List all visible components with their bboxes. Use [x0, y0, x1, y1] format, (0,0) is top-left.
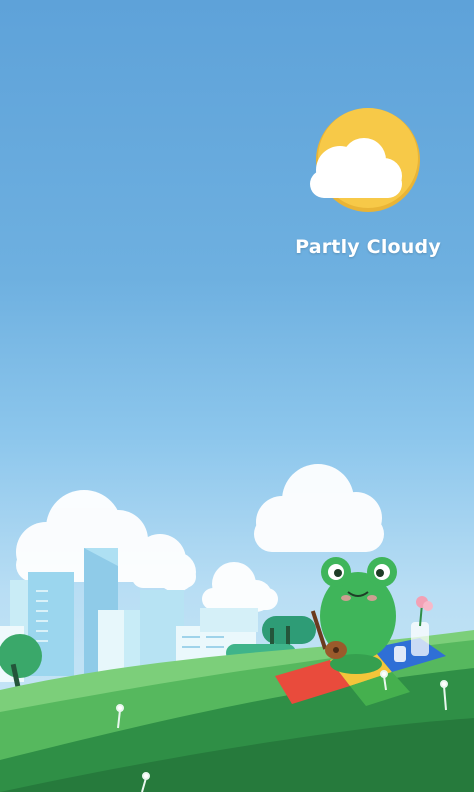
vase-with-flower	[394, 596, 433, 662]
weather-scene: Partly Cloudy	[0, 0, 474, 792]
partly-cloudy-icon	[310, 108, 420, 212]
weather-condition-label: Partly Cloudy	[295, 236, 441, 258]
